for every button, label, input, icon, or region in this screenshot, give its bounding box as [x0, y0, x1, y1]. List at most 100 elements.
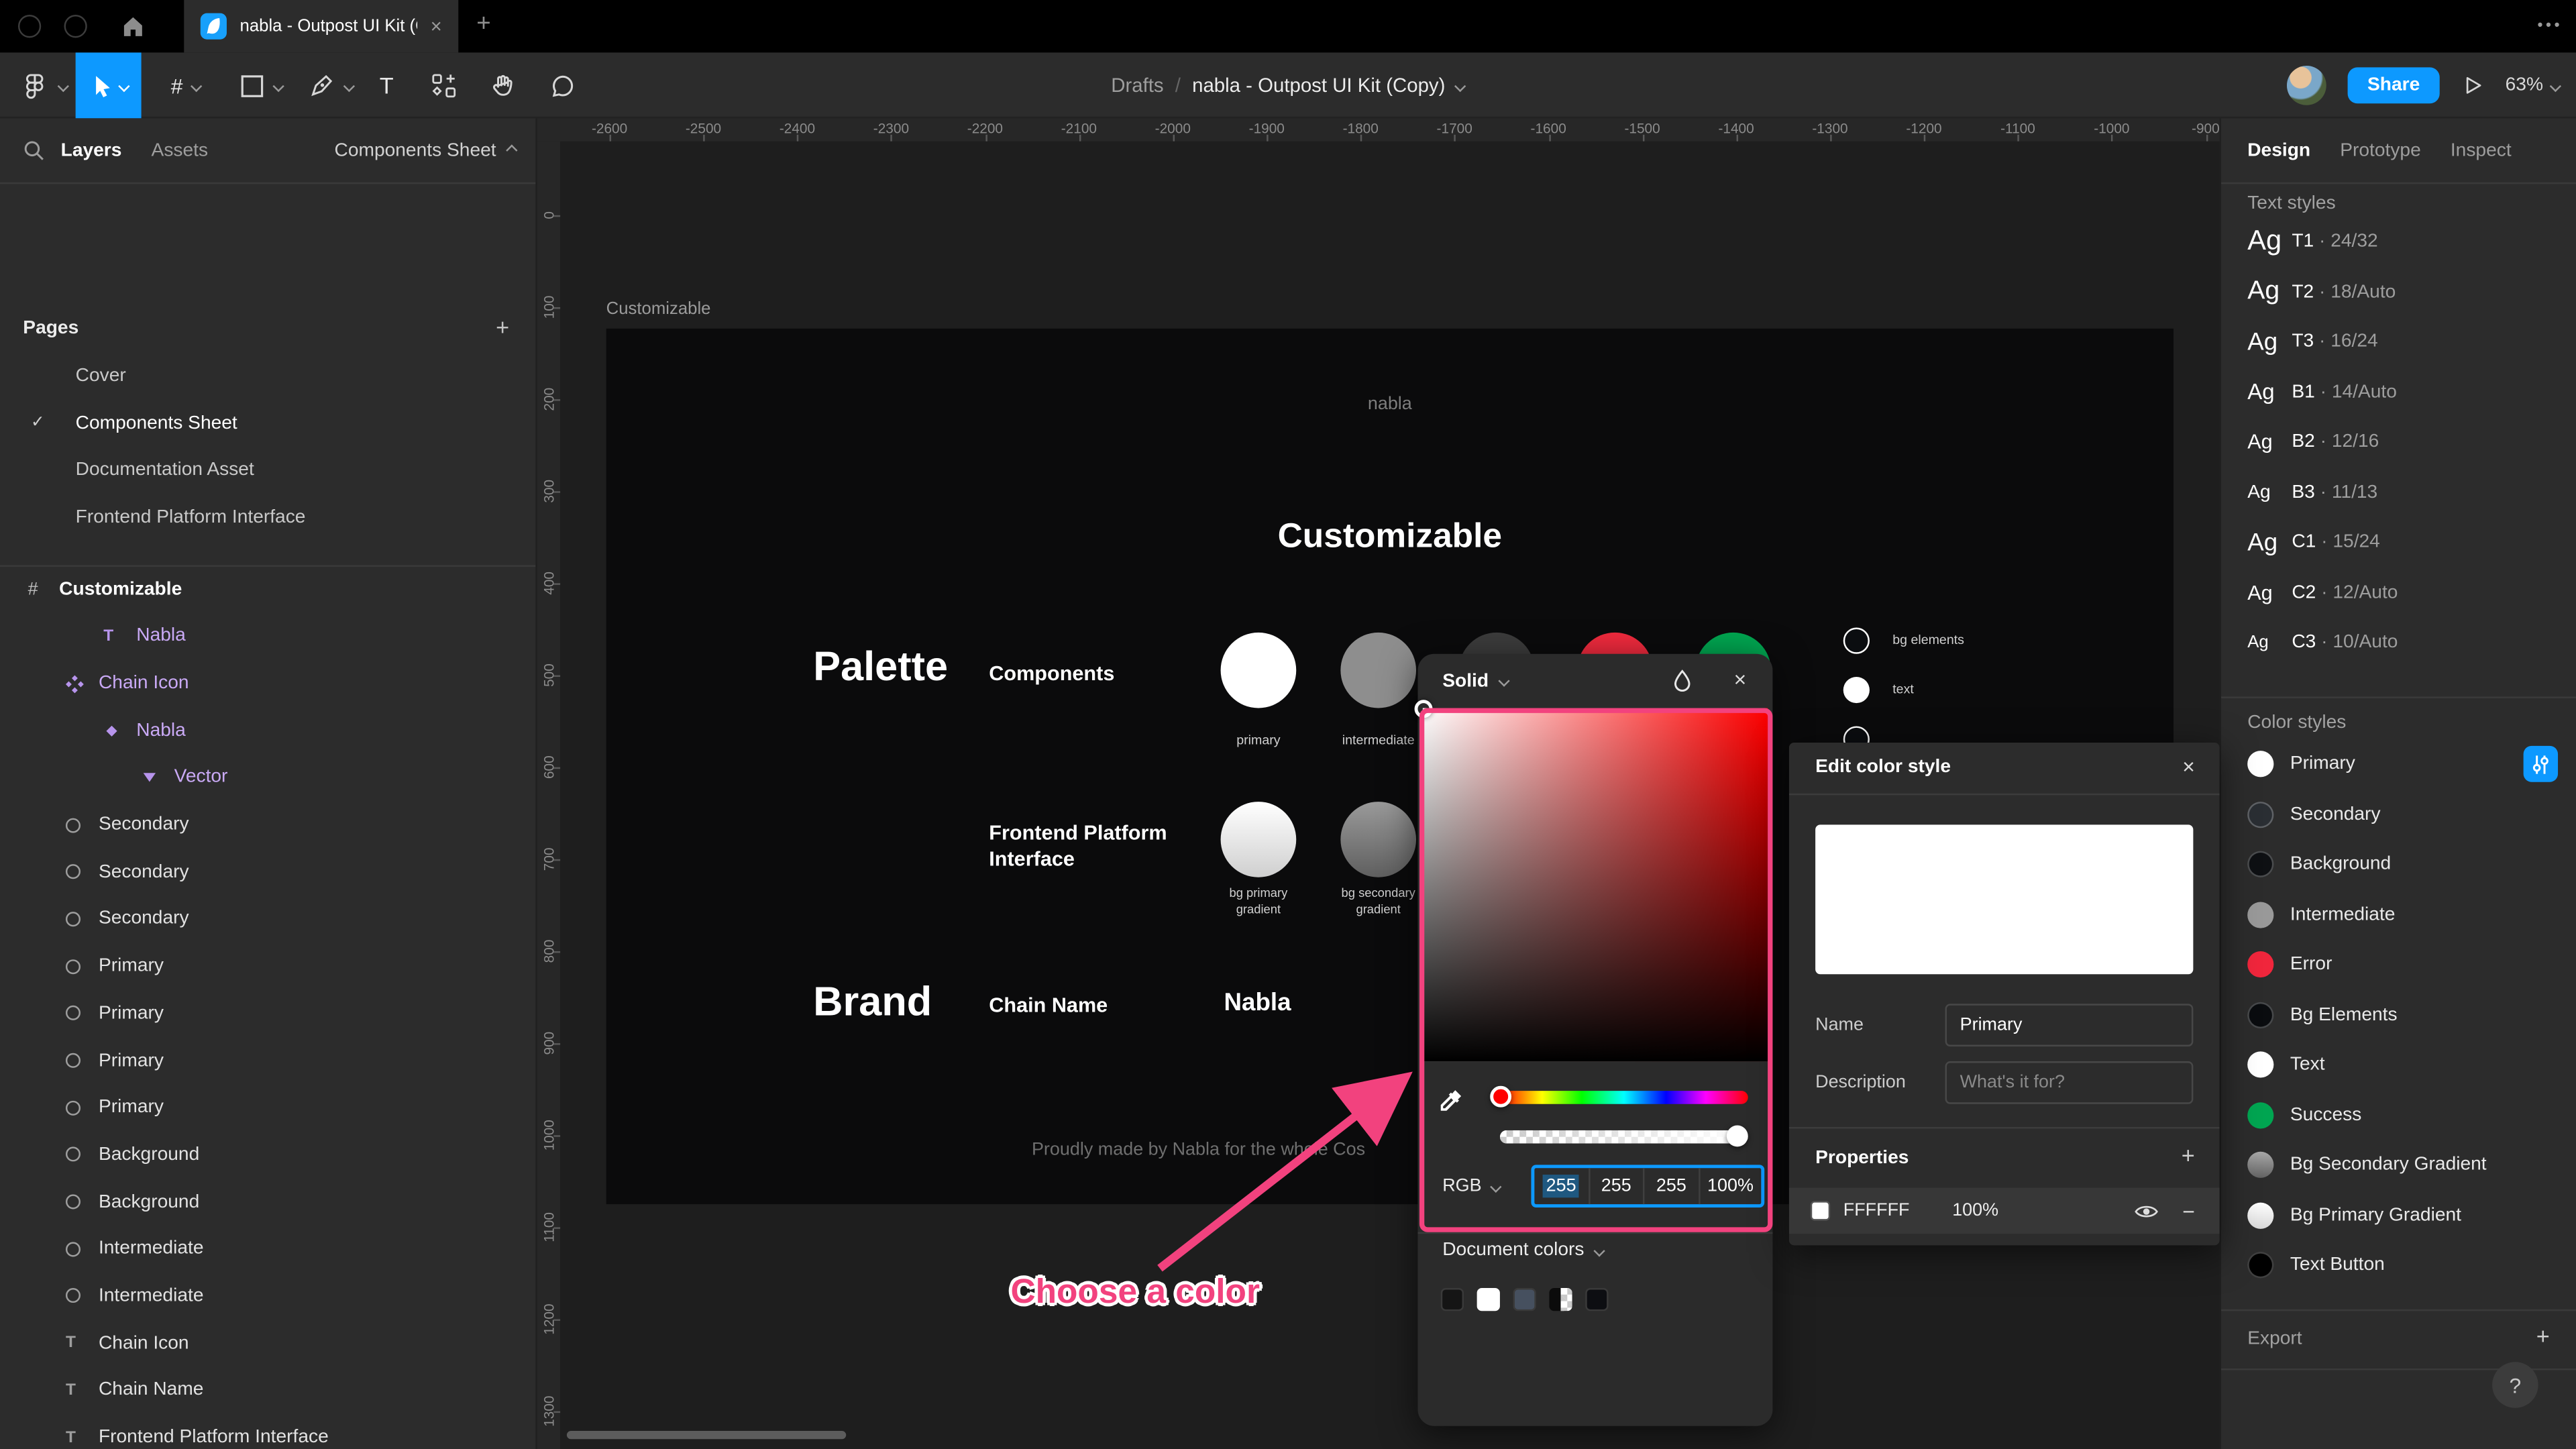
close-tab-icon[interactable]: ×	[431, 15, 442, 38]
page-selector[interactable]: Components Sheet	[334, 140, 518, 160]
avatar[interactable]	[2286, 65, 2326, 105]
document-colors-dropdown[interactable]: Document colors	[1442, 1240, 1606, 1260]
home-icon[interactable]	[118, 11, 148, 41]
add-export-button[interactable]: +	[2536, 1322, 2550, 1348]
color-style-success[interactable]: Success	[2221, 1090, 2576, 1140]
window-control-icon[interactable]	[17, 15, 42, 38]
layer-row-chain-name[interactable]: T Chain Name	[0, 1367, 535, 1414]
text-style-b2[interactable]: Ag B2 · 12/16	[2221, 417, 2576, 468]
sidebar-page-item[interactable]: Cover	[0, 354, 535, 400]
layer-row-frontend-platform-interface[interactable]: T Frontend Platform Interface	[0, 1414, 535, 1449]
palette-circle-primary[interactable]	[1220, 632, 1297, 708]
color-style-secondary[interactable]: Secondary	[2221, 790, 2576, 840]
layer-row-customizable-frame[interactable]: # Customizable	[0, 567, 535, 613]
palette-circle-label[interactable]: bg elements	[1892, 633, 1964, 647]
text-style-c2[interactable]: Ag C2 · 12/Auto	[2221, 568, 2576, 618]
text-style-t1[interactable]: Ag T1 · 24/32	[2221, 217, 2576, 267]
tab-prototype[interactable]: Prototype	[2340, 140, 2421, 160]
share-button[interactable]: Share	[2347, 67, 2440, 104]
layer-row-nabla[interactable]: Nabla	[0, 707, 535, 754]
sidebar-page-item[interactable]: Frontend Platform Interface	[0, 494, 535, 541]
canvas-logo-text[interactable]: nabla	[606, 394, 2174, 414]
description-input[interactable]	[1945, 1061, 2194, 1104]
layer-row-intermediate[interactable]: Intermediate	[0, 1226, 535, 1273]
breadcrumb[interactable]: Drafts / nabla - Outpost UI Kit (Copy)	[1111, 52, 1467, 118]
tab-layers[interactable]: Layers	[61, 140, 122, 160]
blend-droplet-icon[interactable]	[1671, 669, 1694, 694]
tab-assets[interactable]: Assets	[152, 140, 209, 160]
main-menu-button[interactable]	[19, 52, 69, 118]
document-color-swatch[interactable]	[1549, 1288, 1572, 1311]
color-property-row[interactable]: FFFFFF 100% −	[1788, 1187, 2220, 1234]
resources-tool-button[interactable]	[431, 52, 459, 118]
sidebar-page-item[interactable]: Documentation Asset	[0, 447, 535, 494]
comment-tool-button[interactable]	[549, 52, 577, 118]
breadcrumb-root[interactable]: Drafts	[1111, 74, 1163, 97]
layer-row-primary[interactable]: Primary	[0, 1037, 535, 1084]
fill-type-dropdown[interactable]: Solid	[1442, 671, 1489, 690]
visibility-eye-icon[interactable]	[2135, 1201, 2159, 1220]
active-file-tab[interactable]: nabla - Outpost UI Kit (Copy) ×	[184, 0, 459, 53]
text-style-c3[interactable]: Ag C3 · 10/Auto	[2221, 618, 2576, 668]
help-button[interactable]: ?	[2492, 1362, 2538, 1408]
palette-heading[interactable]: Palette	[813, 644, 948, 692]
layer-row-chain-icon[interactable]: T Chain Icon	[0, 1320, 535, 1366]
frontend-platform-interface-label[interactable]: Frontend Platform Interface	[989, 820, 1167, 872]
chain-name-label[interactable]: Chain Name	[989, 994, 1108, 1017]
palette-circle-bg-secondary[interactable]	[1340, 802, 1417, 877]
brand-heading[interactable]: Brand	[813, 979, 932, 1027]
palette-circle-text[interactable]	[1843, 676, 1870, 704]
move-tool-button[interactable]	[75, 52, 142, 119]
text-style-t2[interactable]: Ag T2 · 18/Auto	[2221, 267, 2576, 317]
palette-circle-intermediate[interactable]	[1340, 632, 1417, 708]
property-hex-value[interactable]: FFFFFF	[1843, 1201, 1910, 1220]
layer-row-chain-icon[interactable]: Chain Icon	[0, 660, 535, 707]
color-style-text[interactable]: Text	[2221, 1040, 2576, 1090]
layer-row-primary[interactable]: Primary	[0, 943, 535, 989]
add-property-button[interactable]: +	[2182, 1142, 2195, 1168]
color-style-error[interactable]: Error	[2221, 940, 2576, 990]
add-page-button[interactable]: +	[496, 314, 509, 340]
layer-row-primary[interactable]: Primary	[0, 990, 535, 1037]
canvas-title-text[interactable]: Customizable	[606, 517, 2174, 557]
close-icon[interactable]: ×	[2182, 754, 2195, 779]
text-style-b3[interactable]: Ag B3 · 11/13	[2221, 468, 2576, 518]
present-icon[interactable]	[2461, 74, 2483, 97]
window-control-icon[interactable]	[64, 15, 87, 38]
shape-tool-button[interactable]	[240, 52, 284, 118]
more-menu-icon[interactable]: •••	[2538, 16, 2563, 32]
document-color-swatch[interactable]	[1513, 1288, 1536, 1311]
sidebar-page-item[interactable]: ✓ Components Sheet	[0, 400, 535, 447]
layer-row-secondary[interactable]: Secondary	[0, 801, 535, 848]
new-tab-button[interactable]: +	[476, 10, 490, 38]
hand-tool-button[interactable]	[490, 52, 518, 118]
frame-tool-button[interactable]: #	[171, 52, 203, 118]
layer-row-intermediate[interactable]: Intermediate	[0, 1273, 535, 1320]
horizontal-scrollbar[interactable]	[566, 1431, 847, 1440]
palette-circle-bg-elements[interactable]	[1843, 627, 1870, 654]
color-style-bg-secondary-gradient[interactable]: Bg Secondary Gradient	[2221, 1140, 2576, 1191]
remove-property-icon[interactable]: −	[2182, 1199, 2195, 1224]
layer-row-secondary[interactable]: Secondary	[0, 896, 535, 943]
text-style-t3[interactable]: Ag T3 · 16/24	[2221, 317, 2576, 368]
layer-row-secondary[interactable]: Secondary	[0, 849, 535, 896]
layer-row-primary[interactable]: Primary	[0, 1084, 535, 1131]
tab-design[interactable]: Design	[2247, 140, 2310, 160]
chain-name-value[interactable]: Nabla	[1224, 989, 1291, 1017]
property-opacity-value[interactable]: 100%	[1952, 1201, 1998, 1220]
text-style-c1[interactable]: Ag C1 · 15/24	[2221, 517, 2576, 568]
layer-row-background[interactable]: Background	[0, 1179, 535, 1226]
text-style-b1[interactable]: Ag B1 · 14/Auto	[2221, 367, 2576, 417]
document-color-swatch[interactable]	[1477, 1288, 1500, 1311]
search-icon[interactable]	[23, 140, 44, 161]
name-input[interactable]	[1945, 1004, 2194, 1047]
property-color-swatch[interactable]	[1810, 1201, 1831, 1221]
layer-row-vector[interactable]: Vector	[0, 754, 535, 801]
palette-circle-label[interactable]: text	[1892, 682, 1914, 696]
tab-inspect[interactable]: Inspect	[2451, 140, 2512, 160]
edit-style-button[interactable]	[2523, 745, 2559, 782]
palette-circle-bg-primary[interactable]	[1220, 802, 1297, 877]
document-color-swatch[interactable]	[1585, 1288, 1609, 1311]
pen-tool-button[interactable]	[309, 52, 356, 118]
frame-title-label[interactable]: Customizable	[606, 299, 711, 319]
